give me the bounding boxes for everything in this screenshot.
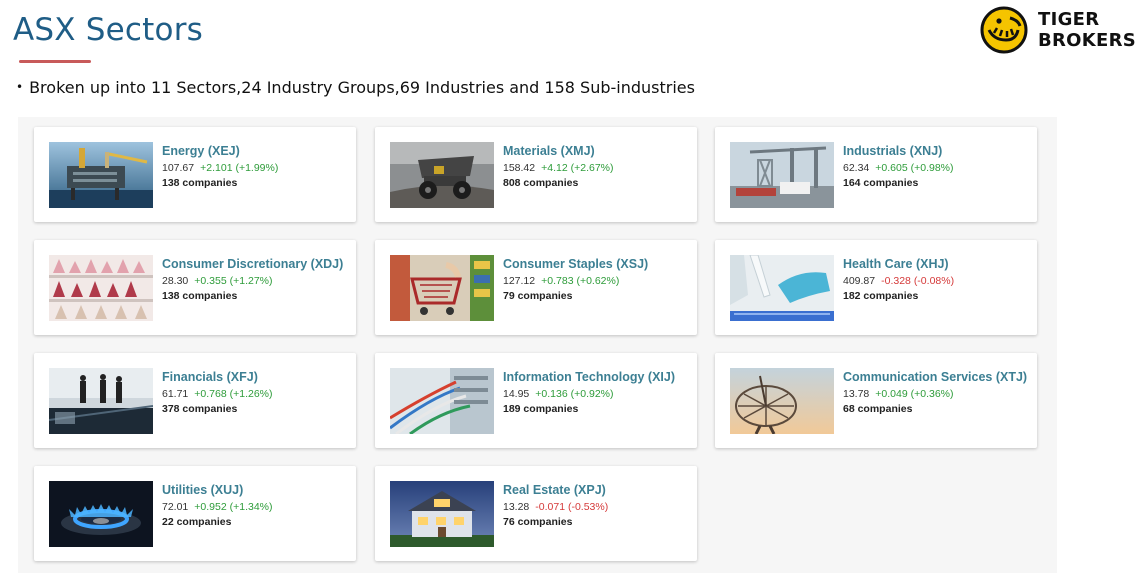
sector-change: +2.101 (+1.99%): [200, 162, 279, 174]
tiger-logo-icon: [980, 6, 1028, 54]
sector-change: +0.605 (+0.98%): [875, 162, 954, 174]
sector-change: +0.355 (+1.27%): [194, 275, 273, 287]
slide-title: ASX Sectors: [13, 12, 203, 48]
shopping-cart-image: [390, 255, 494, 321]
company-count: 808 companies: [503, 177, 579, 189]
mining-truck-image: [390, 142, 494, 208]
company-count: 68 companies: [843, 403, 913, 415]
sector-card-utilities[interactable]: Utilities (XUJ) 72.01 +0.952 (+1.34%) 22 …: [34, 466, 356, 561]
sector-card-energy[interactable]: Energy (XEJ) 107.67 +2.101 (+1.99%) 138 c…: [34, 127, 356, 222]
sector-change: +0.783 (+0.62%): [541, 275, 620, 287]
business-people-image: [49, 368, 153, 434]
port-crane-image: [730, 142, 834, 208]
sector-card-health-care[interactable]: Health Care (XHJ) 409.87 -0.328 (-0.08%) …: [715, 240, 1037, 335]
company-count: 378 companies: [162, 403, 238, 415]
company-count: 76 companies: [503, 516, 573, 528]
shoes-shelf-image: [49, 255, 153, 321]
sector-card-real-estate[interactable]: Real Estate (XPJ) 13.28 -0.071 (-0.53%) 7…: [375, 466, 697, 561]
sector-price: 127.12: [503, 275, 536, 287]
company-count: 22 companies: [162, 516, 232, 528]
sector-price: 107.67: [162, 162, 195, 174]
logo-text-line2: BROKERS: [1038, 30, 1137, 51]
company-count: 138 companies: [162, 177, 238, 189]
sector-card-financials[interactable]: Financials (XFJ) 61.71 +0.768 (+1.26%) 37…: [34, 353, 356, 448]
sector-card-information-technology[interactable]: Information Technology (XIJ) 14.95 +0.136…: [375, 353, 697, 448]
gas-flame-image: [49, 481, 153, 547]
logo-text-line1: TIGER: [1038, 9, 1100, 30]
satellite-dish-image: [730, 368, 834, 434]
oil-rig-image: [49, 142, 153, 208]
sector-name[interactable]: Consumer Discretionary (XDJ): [162, 257, 348, 271]
title-underline: [19, 60, 91, 63]
sector-card-consumer-discretionary[interactable]: Consumer Discretionary (XDJ) 28.30 +0.355…: [34, 240, 356, 335]
sector-name[interactable]: Real Estate (XPJ): [503, 483, 689, 497]
sector-name[interactable]: Utilities (XUJ): [162, 483, 348, 497]
sector-card-industrials[interactable]: Industrials (XNJ) 62.34 +0.605 (+0.98%) 1…: [715, 127, 1037, 222]
sector-price: 13.78: [843, 388, 870, 400]
sector-price: 13.28: [503, 501, 530, 513]
sector-name[interactable]: Industrials (XNJ): [843, 144, 1029, 158]
network-cables-image: [390, 368, 494, 434]
sector-change: -0.071 (-0.53%): [535, 501, 609, 513]
company-count: 138 companies: [162, 290, 238, 302]
sector-price: 72.01: [162, 501, 189, 513]
company-count: 182 companies: [843, 290, 919, 302]
sector-price: 158.42: [503, 162, 536, 174]
company-count: 189 companies: [503, 403, 579, 415]
sector-change: +4.12 (+2.67%): [541, 162, 614, 174]
summary-bullet: • Broken up into 11 Sectors,24 Industry G…: [16, 78, 695, 97]
sector-name[interactable]: Communication Services (XTJ): [843, 370, 1029, 384]
sector-price: 14.95: [503, 388, 530, 400]
bullet-dot: •: [16, 80, 24, 94]
sector-card-materials[interactable]: Materials (XMJ) 158.42 +4.12 (+2.67%) 808…: [375, 127, 697, 222]
sector-name[interactable]: Financials (XFJ): [162, 370, 348, 384]
sector-change: +0.768 (+1.26%): [194, 388, 273, 400]
lab-pipette-image: [730, 255, 834, 321]
house-image: [390, 481, 494, 547]
sector-name[interactable]: Energy (XEJ): [162, 144, 348, 158]
sector-price: 61.71: [162, 388, 189, 400]
sector-card-communication-services[interactable]: Communication Services (XTJ) 13.78 +0.049…: [715, 353, 1037, 448]
tiger-brokers-logo: TIGER BROKERS: [980, 6, 1136, 54]
sector-card-consumer-staples[interactable]: Consumer Staples (XSJ) 127.12 +0.783 (+0.…: [375, 240, 697, 335]
sector-change: +0.952 (+1.34%): [194, 501, 273, 513]
sector-change: +0.136 (+0.92%): [535, 388, 614, 400]
company-count: 79 companies: [503, 290, 573, 302]
sector-price: 28.30: [162, 275, 189, 287]
sector-name[interactable]: Consumer Staples (XSJ): [503, 257, 689, 271]
sector-name[interactable]: Health Care (XHJ): [843, 257, 1029, 271]
sector-price: 62.34: [843, 162, 870, 174]
summary-text: Broken up into 11 Sectors,24 Industry Gr…: [29, 78, 695, 97]
sector-name[interactable]: Materials (XMJ): [503, 144, 689, 158]
sector-change: -0.328 (-0.08%): [881, 275, 955, 287]
sector-name[interactable]: Information Technology (XIJ): [503, 370, 689, 384]
sector-price: 409.87: [843, 275, 876, 287]
sector-change: +0.049 (+0.36%): [875, 388, 954, 400]
company-count: 164 companies: [843, 177, 919, 189]
